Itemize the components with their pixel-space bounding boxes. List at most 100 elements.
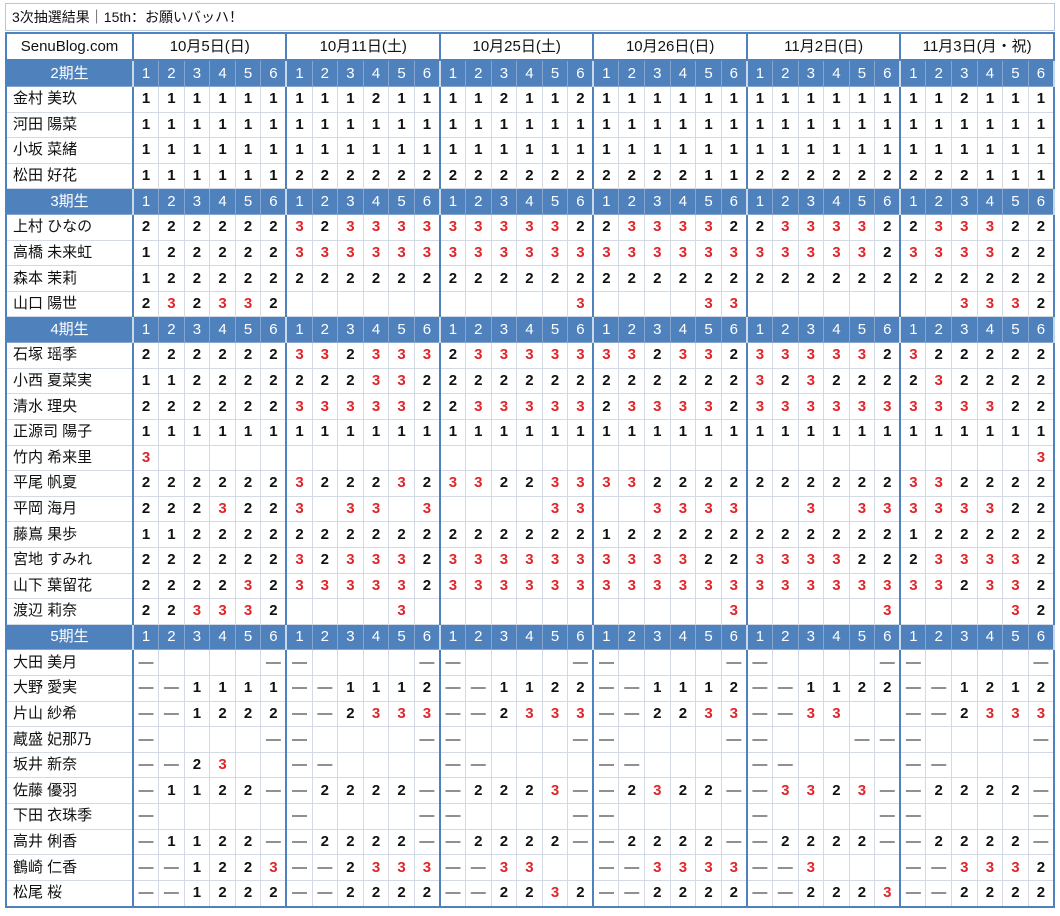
result-cell [260,803,288,830]
result-cell: 3 [925,239,952,267]
result-cell: 1 [823,137,850,164]
result-cell: 2 [337,777,364,805]
result-cell [541,444,569,472]
result-cell: 1 [541,418,569,446]
slot-number: 5 [388,59,415,87]
result-cell [771,598,799,625]
result-cell: 2 [516,777,543,805]
result-cell: — [260,726,288,753]
result-cell: 2 [797,265,825,292]
result-cell: — [592,726,620,753]
result-cell: 3 [925,495,952,523]
result-cell [618,598,646,625]
result-cell: 2 [976,879,1004,908]
result-cell: 1 [158,521,185,548]
result-cell: 1 [132,162,160,190]
result-cell: 3 [490,214,518,241]
result-cell: — [592,854,620,881]
result-cell [234,803,262,830]
result-cell: 2 [158,265,185,292]
result-cell: 3 [285,239,313,267]
result-cell: 3 [874,572,902,600]
result-cell: 2 [797,521,825,548]
result-cell: 1 [337,85,364,113]
member-row: 森本 茉莉 1 2 2 2 2 2 2 2 2 2 2 2 2 2 2 2 2 2 2 2 2 2 2 2 2 2 2 2 2 2 2 2 2 2 2… [5,265,1055,292]
result-cell: 2 [158,572,185,600]
result-cell: 3 [209,290,236,318]
result-cell: 2 [183,470,211,497]
result-cell: 1 [311,137,339,164]
result-cell [209,444,236,472]
result-cell: — [592,879,620,908]
result-cell: 1 [234,162,262,190]
result-cell [644,290,671,318]
result-cell: 1 [771,137,799,164]
result-cell: 2 [1027,546,1055,574]
result-cell: 3 [669,572,697,600]
result-cell: 1 [234,418,262,446]
slot-number: 4 [976,59,1004,87]
result-cell: 1 [490,111,518,139]
result-cell: 2 [720,393,748,420]
slot-number: 5 [848,59,876,87]
result-cell: — [285,751,313,779]
result-cell: 1 [567,137,595,164]
result-cell: 3 [695,290,722,318]
result-cell: 2 [567,265,595,292]
slot-number: 6 [260,59,288,87]
result-cell: 3 [234,572,262,600]
result-cell [618,726,646,753]
result-cell: — [285,674,313,702]
result-cell [720,803,748,830]
result-cell: 3 [951,393,978,420]
result-cell: 2 [592,265,620,292]
result-cell: 3 [516,572,543,600]
result-cell: 2 [234,393,262,420]
result-cell: 1 [516,674,543,702]
member-row: 金村 美玖 1 1 1 1 1 1 1 1 1 2 1 1 1 1 2 1 1 2 1 1 1 1 1 1 1 1 1 1 1 1 1 1 2 1 1… [5,85,1055,113]
member-name: 松尾 桜 [5,879,134,908]
result-cell: 1 [874,111,902,139]
result-cell: 2 [1027,879,1055,908]
result-cell: 1 [439,137,467,164]
result-cell: — [1027,803,1055,830]
slot-number: 5 [234,623,262,651]
result-cell: 2 [465,265,492,292]
result-cell: 2 [260,598,288,625]
result-cell [567,854,595,881]
result-cell: 2 [1027,598,1055,625]
result-cell: — [899,854,927,881]
result-cell: 2 [695,265,722,292]
result-cell: — [567,803,595,830]
result-cell: 2 [695,367,722,395]
result-cell: 1 [541,137,569,164]
result-cell: 2 [1002,879,1029,908]
result-cell: 3 [720,290,748,318]
slot-number: 5 [1002,59,1029,87]
page-title: 3次抽選結果｜15th：お願いバッハ！ [5,3,1055,31]
result-cell [1002,649,1029,676]
result-cell: 2 [644,342,671,369]
result-cell: 2 [797,470,825,497]
result-cell: — [285,777,313,805]
result-cell [311,649,339,676]
result-cell: 3 [848,239,876,267]
result-cell [976,444,1004,472]
result-cell: 2 [848,265,876,292]
result-cell [362,444,390,472]
result-cell: 2 [1027,854,1055,881]
result-cell: 3 [695,393,722,420]
result-cell: 2 [746,162,773,190]
result-cell: — [771,674,799,702]
result-cell [823,649,850,676]
result-cell [490,649,518,676]
result-cell: 2 [439,265,467,292]
result-cell: — [285,879,313,908]
result-cell: — [618,674,646,702]
result-cell: 3 [311,393,339,420]
result-cell [823,290,850,318]
result-cell: — [132,674,160,702]
result-cell: 1 [209,418,236,446]
slot-number: 2 [925,316,952,344]
result-cell: — [439,751,467,779]
